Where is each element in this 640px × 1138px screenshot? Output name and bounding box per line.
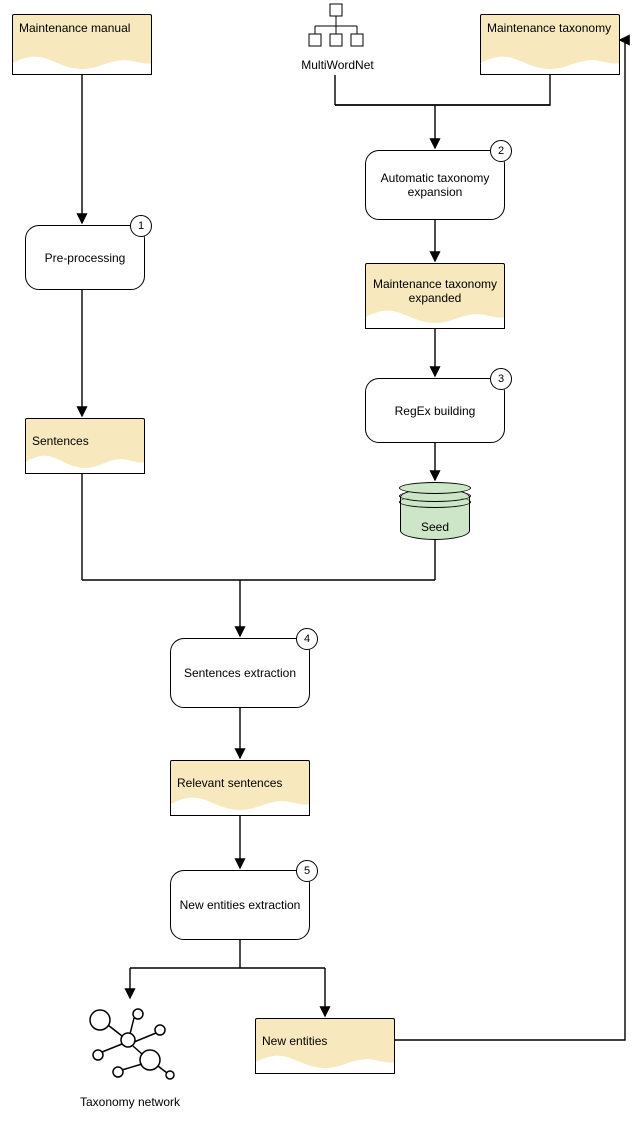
doc-new-entities: New entities xyxy=(255,1018,395,1063)
label-maintenance-taxonomy: Maintenance taxonomy xyxy=(487,21,611,35)
label-regex-building: RegEx building xyxy=(395,404,476,418)
badge-2: 2 xyxy=(490,140,512,162)
label-relevant-sentences: Relevant sentences xyxy=(177,776,282,790)
doc-relevant-sentences: Relevant sentences xyxy=(170,760,310,805)
label-multiwordnet: MultiWordNet xyxy=(295,58,380,72)
label-maintenance-taxonomy-expanded: Maintenance taxonomy expanded xyxy=(372,277,498,305)
proc-new-entities-extraction: New entities extraction xyxy=(170,870,310,940)
taxonomy-network-icon xyxy=(80,1000,180,1090)
badge-3: 3 xyxy=(490,368,512,390)
proc-pre-processing: Pre-processing xyxy=(25,225,145,290)
label-sentences: Sentences xyxy=(32,434,89,448)
badge-1: 1 xyxy=(130,215,152,237)
connectors xyxy=(0,0,640,1138)
doc-maintenance-taxonomy: Maintenance taxonomy xyxy=(480,14,620,64)
label-sentences-extraction: Sentences extraction xyxy=(184,666,296,680)
badge-5: 5 xyxy=(296,860,318,882)
label-taxonomy-network: Taxonomy network xyxy=(70,1095,190,1109)
label-maintenance-manual: Maintenance manual xyxy=(19,21,130,35)
label-new-entities-extraction: New entities extraction xyxy=(180,898,301,912)
flowchart-canvas: Maintenance manual MultiWordNet Maintena… xyxy=(0,0,640,1138)
badge-4: 4 xyxy=(296,628,318,650)
label-pre-processing: Pre-processing xyxy=(45,251,126,265)
multiwordnet-icon xyxy=(305,2,365,57)
proc-regex-building: RegEx building xyxy=(365,378,505,443)
db-seed: Seed xyxy=(400,488,470,540)
label-auto-taxonomy-expansion: Automatic taxonomy expansion xyxy=(372,171,498,199)
doc-maintenance-manual: Maintenance manual xyxy=(12,14,152,64)
proc-auto-taxonomy-expansion: Automatic taxonomy expansion xyxy=(365,150,505,220)
doc-maintenance-taxonomy-expanded: Maintenance taxonomy expanded xyxy=(365,263,505,318)
proc-sentences-extraction: Sentences extraction xyxy=(170,638,310,708)
doc-sentences: Sentences xyxy=(25,418,145,463)
label-seed: Seed xyxy=(400,520,470,534)
label-new-entities: New entities xyxy=(262,1034,327,1048)
